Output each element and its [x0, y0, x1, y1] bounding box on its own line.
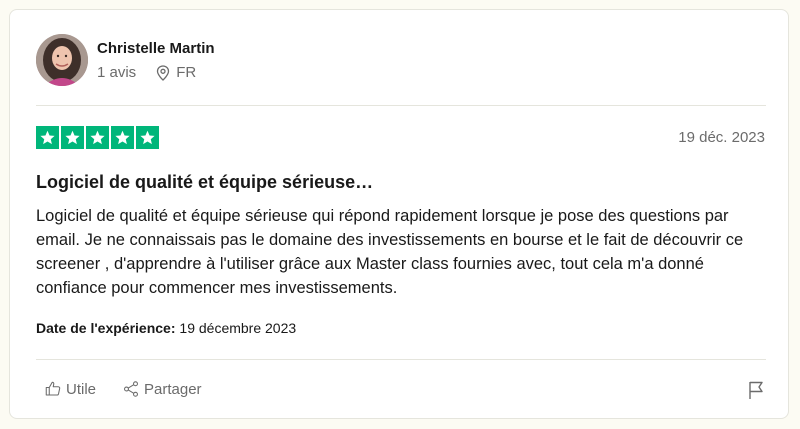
star-icon: [111, 126, 134, 149]
review-title[interactable]: Logiciel de qualité et équipe sérieuse…: [36, 172, 373, 193]
flag-icon: [749, 381, 763, 399]
header-divider: [36, 105, 766, 106]
useful-button[interactable]: Utile: [44, 380, 96, 398]
share-button[interactable]: Partager: [122, 380, 202, 398]
avatar[interactable]: [36, 34, 88, 86]
review-date: 19 déc. 2023: [678, 129, 765, 146]
reviewer-name[interactable]: Christelle Martin: [97, 40, 215, 57]
review-card: Christelle Martin 1 avis FR 19 déc. 2023: [9, 9, 789, 419]
review-body: Logiciel de qualité et équipe sérieuse q…: [36, 207, 744, 297]
avatar-photo: [36, 34, 88, 86]
experience-date: Date de l'expérience: 19 décembre 2023: [36, 320, 296, 336]
thumbs-up-icon: [45, 381, 61, 396]
star-icon: [36, 126, 59, 149]
reviewer-meta: 1 avis FR: [97, 64, 196, 81]
share-label: Partager: [144, 380, 202, 398]
review-count: 1 avis: [97, 64, 137, 81]
experience-label: Date de l'expérience:: [36, 320, 176, 336]
country-code: FR: [176, 64, 197, 81]
location-pin-icon: [157, 64, 170, 81]
reviewer-country: FR: [156, 64, 196, 81]
review-actions: Utile Partager: [44, 380, 202, 398]
star-icon: [86, 126, 109, 149]
star-rating: [36, 126, 159, 149]
report-button[interactable]: [747, 380, 765, 405]
useful-label: Utile: [66, 380, 97, 398]
experience-value: 19 décembre 2023: [179, 320, 297, 336]
footer-divider: [36, 359, 766, 360]
star-icon: [61, 126, 84, 149]
star-icon: [136, 126, 159, 149]
share-icon: [124, 381, 138, 397]
